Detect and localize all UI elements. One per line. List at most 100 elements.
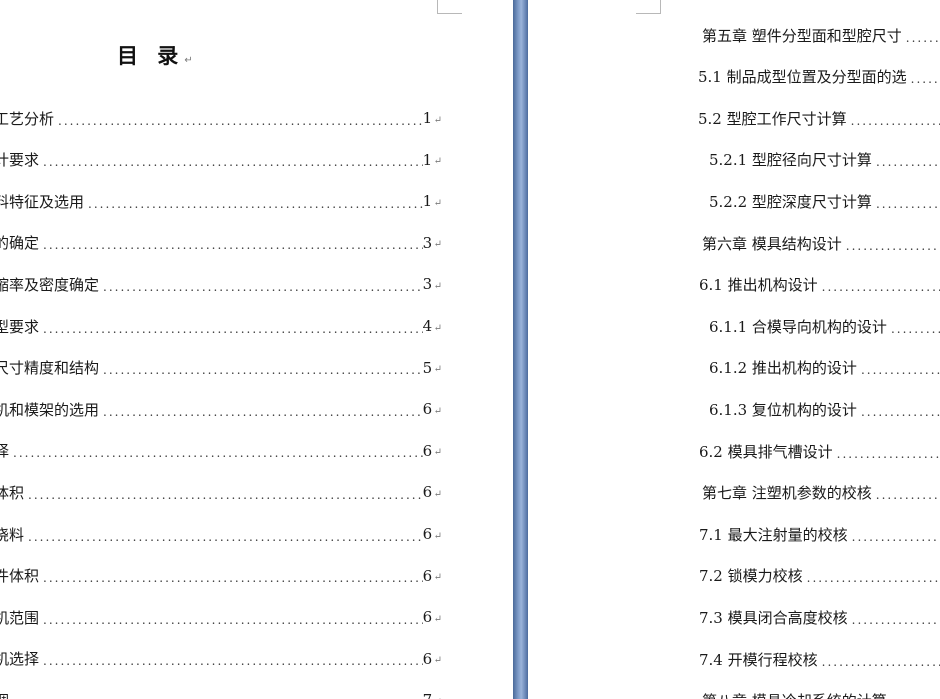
toc-entry[interactable]: 机范围.....................................… (0, 606, 442, 628)
toc-leader-dots: ........................................… (851, 529, 940, 544)
toc-entry[interactable]: 7.1 最大注射量的校核............................… (699, 523, 940, 545)
toc-entry[interactable]: 机选择.....................................… (0, 648, 442, 670)
toc-leader-dots: ........................................… (836, 446, 940, 461)
paragraph-mark: ↵ (433, 572, 442, 584)
toc-page-number: 6 (422, 441, 433, 460)
toc-entry[interactable]: 缩率及密度确定.................................… (0, 273, 442, 295)
paragraph-mark: ↵ (433, 280, 442, 292)
toc-entry[interactable]: 第六章 模具结构设计..............................… (702, 232, 940, 254)
paragraph-mark: ↵ (433, 613, 442, 625)
toc-page-number: 6 (422, 608, 433, 627)
toc-page-number: 1 (422, 150, 433, 169)
toc-entry[interactable]: 5.1 制品成型位置及分型面的选........................… (698, 66, 940, 88)
toc-entry-title: 5.2.2 型腔深度尺寸计算 (709, 192, 872, 211)
toc-entry[interactable]: 体积......................................… (0, 481, 442, 503)
toc-entry-title: 6.1.2 推出机构的设计 (709, 359, 857, 378)
toc-entry[interactable]: 件体积.....................................… (0, 565, 442, 587)
toc-entry[interactable]: 6.2 模具排气槽设计.............................… (699, 440, 940, 462)
toc-entry[interactable]: 计要求.....................................… (0, 149, 442, 171)
toc-leader-dots: ........................................… (875, 488, 940, 503)
toc-leader-dots: ........................................… (103, 279, 423, 294)
toc-entry-title: 件体积 (0, 567, 40, 586)
toc-entry-title: 缩率及密度确定 (0, 275, 100, 294)
toc-entry-title: 6.2 模具排气槽设计 (699, 442, 833, 461)
toc-entry[interactable]: 5.2.1 型腔径向尺寸计算..........................… (709, 149, 940, 171)
toc-page-number: 3 (422, 275, 433, 294)
paragraph-mark: ↵ (433, 488, 442, 500)
toc-page-number: 5 (422, 358, 433, 377)
toc-entry[interactable]: 尺寸精度和结构.................................… (0, 357, 442, 379)
toc-leader-dots: ........................................… (43, 238, 423, 253)
toc-entry[interactable]: 机和模架的选用.................................… (0, 398, 442, 420)
left-document-page[interactable]: 目 录↵ 工艺分析...............................… (0, 0, 513, 699)
toc-entry[interactable]: 6.1 推出机构设计..............................… (699, 274, 940, 296)
toc-entry-title: 计要求 (0, 151, 40, 170)
toc-page-number: 1 (422, 109, 433, 127)
toc-leader-dots: ........................................… (103, 363, 423, 378)
toc-leader-dots: ........................................… (28, 487, 423, 502)
toc-entry[interactable]: 的确定.....................................… (0, 232, 442, 254)
toc-leader-dots: ........................................… (845, 238, 940, 253)
toc-entry-title: 7.3 模具闭合高度校核 (699, 608, 848, 627)
paragraph-mark: ↵ (433, 447, 442, 459)
paragraph-mark: ↵ (433, 364, 442, 376)
page-corner-mark (437, 0, 462, 14)
paragraph-mark: ↵ (433, 655, 442, 667)
toc-page-number: 7 (423, 691, 433, 699)
toc-entry-title: 5.2.1 型腔径向尺寸计算 (709, 151, 872, 170)
toc-entry[interactable]: 7.2 锁模力校核...............................… (699, 565, 940, 587)
toc-entry-title: 7.1 最大注射量的校核 (699, 525, 848, 544)
toc-entry-title: 择 (0, 442, 10, 461)
toc-leader-dots: ........................................… (88, 196, 423, 211)
toc-entry-title: 7.4 开模行程校核 (699, 650, 818, 669)
toc-leader-dots: ........................................… (28, 529, 423, 544)
toc-entry-title: 6.1 推出机构设计 (699, 276, 818, 295)
toc-entry[interactable]: 第八章 模具冷却系统的计算...........................… (702, 690, 940, 699)
toc-entry[interactable]: 调.......................................… (0, 689, 442, 699)
right-document-page[interactable]: 第五章 塑件分型面和型腔尺寸..........................… (528, 0, 940, 699)
toc-page-number: 4 (422, 317, 433, 335)
toc-entry[interactable]: 7.3 模具闭合高度校核............................… (699, 606, 940, 628)
paragraph-mark: ↵ (184, 55, 193, 66)
toc-entry-title: 料特征及选用 (0, 192, 85, 211)
toc-leader-dots: ........................................… (890, 321, 940, 336)
toc-entry-title: 工艺分析 (0, 109, 55, 128)
toc-leader-dots: ........................................… (43, 654, 423, 669)
paragraph-mark: ↵ (433, 322, 442, 334)
toc-entry[interactable]: 料特征及选用..................................… (0, 190, 442, 212)
toc-entry[interactable]: 工艺分析....................................… (0, 107, 442, 129)
toc-entry-title: 5.1 制品成型位置及分型面的选 (698, 68, 907, 87)
toc-entry-title: 6.1.1 合模导向机构的设计 (709, 317, 887, 336)
toc-entry-title: 第五章 塑件分型面和型腔尺寸 (702, 26, 902, 45)
toc-leader-dots: ........................................… (806, 571, 940, 586)
toc-entry[interactable]: 6.1.3 复位机构的设计...........................… (709, 398, 940, 420)
toc-entry[interactable]: 6.1.2 推出机构的设计...........................… (709, 357, 940, 379)
toc-page-number: 6 (422, 566, 433, 585)
toc-leader-dots: ........................................… (13, 446, 423, 461)
toc-entry[interactable]: 浇料......................................… (0, 523, 442, 545)
toc-leader-dots: ........................................… (910, 72, 940, 87)
paragraph-mark: ↵ (433, 156, 442, 168)
toc-entry[interactable]: 5.2.2 型腔深度尺寸计算..........................… (709, 190, 940, 212)
toc-leader-dots: ........................................… (43, 612, 423, 627)
toc-entry[interactable]: 择.......................................… (0, 440, 442, 462)
toc-leader-dots: ........................................… (851, 612, 940, 627)
toc-entry[interactable]: 第五章 塑件分型面和型腔尺寸..........................… (702, 24, 940, 46)
toc-entry-title: 体积 (0, 483, 25, 502)
toc-page-number: 6 (422, 649, 433, 668)
toc-entry-title: 第八章 模具冷却系统的计算 (702, 690, 887, 699)
toc-entry-title: 调 (0, 690, 9, 699)
toc-entry-title: 机和模架的选用 (0, 400, 100, 419)
toc-page-number: 6 (422, 483, 433, 502)
toc-page-number: 6 (422, 525, 433, 543)
toc-entry[interactable]: 第七章 注塑机参数的校核............................… (702, 482, 940, 504)
toc-entry-title: 7.2 锁模力校核 (699, 567, 803, 586)
toc-entry[interactable]: 型要求.....................................… (0, 315, 442, 337)
toc-entry[interactable]: 7.4 开模行程校核..............................… (699, 648, 940, 670)
paragraph-mark: ↵ (433, 405, 442, 417)
toc-entry-title: 的确定 (0, 234, 40, 253)
toc-leader-dots: ........................................… (821, 654, 940, 669)
toc-entry[interactable]: 6.1.1 合模导向机构的设计.........................… (709, 315, 940, 337)
toc-page-number: 6 (422, 400, 433, 419)
toc-entry[interactable]: 5.2 型腔工作尺寸计算............................… (698, 107, 940, 129)
